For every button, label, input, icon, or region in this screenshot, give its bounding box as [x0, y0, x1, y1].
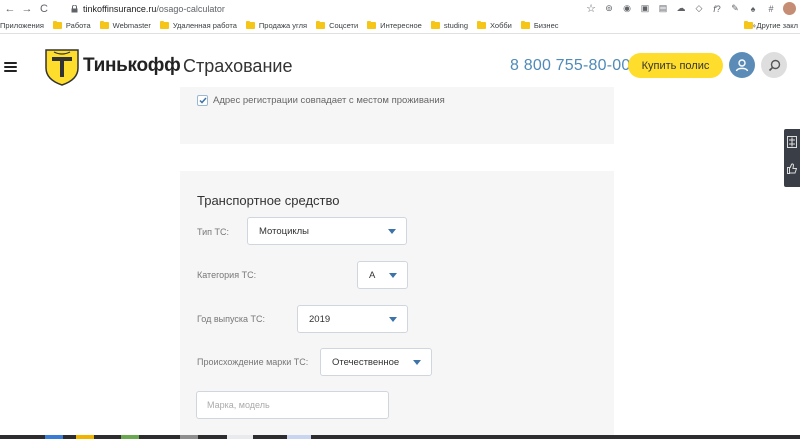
vehicle-origin-value: Отечественное: [332, 356, 400, 368]
lock-icon[interactable]: [69, 4, 79, 14]
side-widget: [784, 129, 800, 187]
section-title: Транспортное средство: [197, 193, 340, 208]
bookmark-folder[interactable]: Соцсети: [316, 20, 358, 30]
bookmark-folder[interactable]: Работа: [52, 20, 91, 30]
vehicle-year-value: 2019: [309, 313, 331, 325]
vehicle-section-card: Транспортное средство Тип ТС: Мотоциклы …: [180, 171, 614, 439]
taskbar-item[interactable]: [76, 435, 94, 439]
bookmark-apps[interactable]: Приложения: [0, 21, 44, 30]
folder-icon: [743, 20, 753, 29]
taskbar-item[interactable]: [45, 435, 63, 439]
extension-icon[interactable]: f?: [711, 3, 723, 15]
extension-icon[interactable]: ☁: [675, 3, 687, 15]
buy-policy-button[interactable]: Купить полис: [628, 53, 723, 78]
extension-icon[interactable]: ✎: [729, 3, 741, 15]
extension-icon[interactable]: ▣: [639, 3, 651, 15]
taskbar-item[interactable]: [180, 435, 198, 439]
bookmark-folder[interactable]: Интересное: [367, 20, 422, 30]
bookmark-folder[interactable]: Хобби: [477, 20, 512, 30]
back-arrow-icon[interactable]: ←: [3, 2, 17, 16]
folder-icon: [245, 20, 255, 29]
make-model-input[interactable]: [196, 391, 389, 419]
thumbs-up-icon[interactable]: [784, 155, 800, 181]
bookmark-folder[interactable]: Продажа угля: [245, 20, 307, 30]
address-section-card: Адрес регистрации совпадает с местом про…: [180, 87, 614, 144]
taskbar-item[interactable]: [287, 435, 311, 439]
folder-icon: [159, 20, 169, 29]
folder-icon: [52, 20, 62, 29]
bookmark-folder[interactable]: Webmaster: [99, 20, 151, 30]
profile-avatar[interactable]: [783, 2, 796, 15]
forward-arrow-icon[interactable]: →: [20, 2, 34, 16]
vehicle-origin-label: Происхождение марки ТС:: [197, 357, 309, 367]
folder-icon: [477, 20, 486, 29]
calculator-icon[interactable]: [784, 129, 800, 155]
bookmark-folder[interactable]: Бизнес: [520, 20, 559, 30]
extension-icon[interactable]: ◇: [693, 3, 705, 15]
checkmark-icon: [198, 97, 207, 104]
chevron-down-icon: [413, 360, 421, 365]
folder-icon: [316, 20, 326, 29]
chevron-down-icon: [389, 317, 397, 322]
reload-icon[interactable]: C: [37, 2, 51, 16]
folder-icon: [367, 20, 377, 29]
taskbar-item[interactable]: [121, 435, 139, 439]
vehicle-year-label: Год выпуска ТС:: [197, 314, 265, 324]
bookmark-other[interactable]: Другие закл: [743, 20, 798, 30]
extension-icon[interactable]: ▤: [657, 3, 669, 15]
vehicle-category-value: А: [369, 269, 376, 281]
extension-icon[interactable]: ◉: [621, 3, 633, 15]
address-match-label: Адрес регистрации совпадает с местом про…: [213, 95, 445, 106]
extension-icon[interactable]: #: [765, 3, 777, 15]
vehicle-category-select[interactable]: А: [357, 261, 408, 289]
vehicle-type-select[interactable]: Мотоциклы: [247, 217, 407, 245]
folder-icon: [520, 20, 530, 29]
bookmark-star-icon[interactable]: ☆: [585, 3, 597, 15]
bookmark-folder[interactable]: Удаленная работа: [159, 20, 237, 30]
vehicle-origin-select[interactable]: Отечественное: [320, 348, 432, 376]
phone-number[interactable]: 8 800 755-80-00: [510, 57, 630, 75]
browser-address-bar: ← → C tinkoffinsurance.ru/osago-calculat…: [0, 0, 800, 18]
taskbar-item[interactable]: [227, 435, 253, 439]
logo-emblem-icon[interactable]: [44, 46, 80, 86]
taskbar: [0, 435, 800, 439]
chevron-down-icon: [388, 229, 396, 234]
search-icon[interactable]: [761, 52, 787, 78]
vehicle-type-value: Мотоциклы: [259, 225, 310, 237]
folder-icon: [430, 20, 440, 29]
brand-name[interactable]: Тинькофф: [83, 55, 181, 77]
bookmark-folder[interactable]: studing: [430, 20, 468, 30]
user-icon[interactable]: [729, 52, 755, 78]
folder-icon: [99, 20, 109, 29]
vehicle-year-select[interactable]: 2019: [297, 305, 408, 333]
brand-subtitle[interactable]: Страхование: [183, 56, 292, 77]
vehicle-category-label: Категория ТС:: [197, 270, 257, 280]
url-field[interactable]: tinkoffinsurance.ru/osago-calculator: [83, 4, 225, 14]
address-match-checkbox[interactable]: [197, 95, 208, 106]
menu-icon[interactable]: [4, 62, 17, 72]
vehicle-type-label: Тип ТС:: [197, 227, 230, 237]
extension-icon[interactable]: ♠: [747, 3, 759, 15]
extension-icon[interactable]: ⊚: [603, 3, 615, 15]
bookmarks-bar: Приложения Работа Webmaster Удаленная ра…: [0, 18, 800, 34]
chevron-down-icon: [389, 273, 397, 278]
